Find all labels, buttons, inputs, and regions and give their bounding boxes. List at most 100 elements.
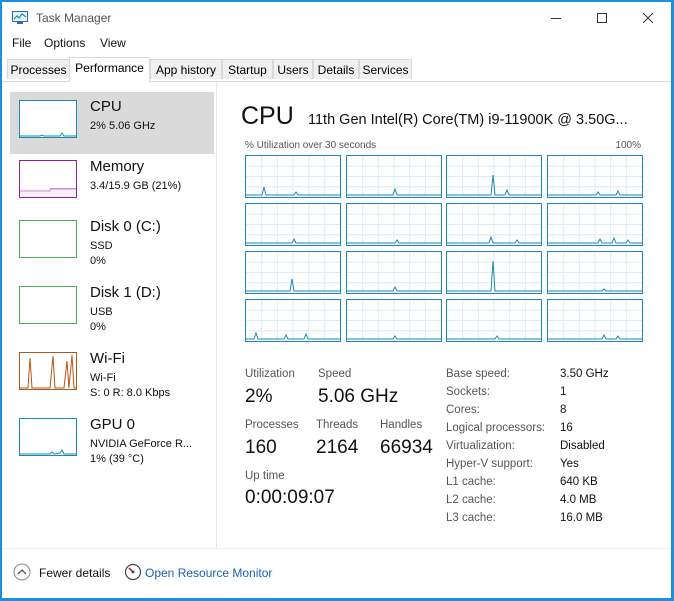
minimize-button[interactable]	[533, 2, 579, 34]
hyper-v-value: Yes	[560, 458, 579, 470]
tab-startup[interactable]: Startup	[222, 59, 273, 79]
close-icon	[643, 13, 653, 23]
window-title: Task Manager	[36, 11, 112, 25]
task-manager-window: Task Manager File Options View Processes…	[2, 2, 671, 598]
footer-bar: Fewer details Open Resource Monitor	[2, 548, 671, 598]
handles-label: Handles	[380, 419, 423, 431]
tab-performance[interactable]: Performance	[69, 57, 150, 82]
menu-file[interactable]: File	[12, 36, 31, 50]
threads-value: 2164	[316, 437, 359, 458]
tab-strip: Processes Performance App history Startu…	[2, 57, 671, 82]
disk-0-thumbnail-graph	[19, 220, 77, 258]
title-bar[interactable]: Task Manager	[2, 2, 671, 34]
sidebar-item-cpu[interactable]: CPU 2% 5.06 GHz	[10, 92, 214, 154]
sidebar-item-detail: Wi-Fi	[90, 372, 116, 384]
speed-value: 5.06 GHz	[318, 386, 399, 407]
logical-processors-value: 16	[560, 422, 573, 434]
wifi-thumbnail-graph	[19, 352, 77, 390]
cpu-detail-panel: CPU 11th Gen Intel(R) Core(TM) i9-11900K…	[217, 82, 671, 548]
sidebar-item-label: Disk 0 (C:)	[90, 218, 161, 235]
uptime-value: 0:00:09:07	[245, 487, 335, 508]
cores-label: Cores:	[446, 404, 480, 416]
gpu-0-thumbnail-graph	[19, 418, 77, 456]
sidebar-item-gpu-0[interactable]: GPU 0 NVIDIA GeForce R... 1% (39 °C)	[10, 410, 214, 472]
handles-value: 66934	[380, 437, 433, 458]
logical-processor-graph	[546, 299, 643, 342]
l1-cache-value: 640 KB	[560, 476, 598, 488]
logical-processor-graphs	[245, 155, 643, 342]
logical-processor-graph	[446, 299, 542, 342]
logical-processor-graph	[446, 155, 542, 198]
graph-max-label: 100%	[615, 140, 641, 151]
virtualization-value: Disabled	[560, 440, 605, 452]
logical-processor-graph	[446, 203, 542, 246]
uptime-label: Up time	[245, 470, 285, 482]
memory-thumbnail-graph	[19, 160, 77, 198]
disk-1-thumbnail-graph	[19, 286, 77, 324]
maximize-icon	[597, 13, 607, 23]
logical-processor-graph	[546, 251, 643, 294]
processes-value: 160	[245, 437, 277, 458]
processes-label: Processes	[245, 419, 299, 431]
sidebar-item-label: Disk 1 (D:)	[90, 284, 161, 301]
cores-value: 8	[560, 404, 567, 416]
l3-cache-label: L3 cache:	[446, 512, 496, 524]
logical-processor-graph	[245, 299, 341, 342]
l2-cache-value: 4.0 MB	[560, 494, 597, 506]
tab-processes[interactable]: Processes	[7, 59, 70, 79]
sidebar-item-detail: NVIDIA GeForce R...	[90, 438, 193, 450]
sidebar-item-detail: 0%	[90, 255, 106, 267]
logical-processor-graph	[245, 155, 341, 198]
sidebar-item-wifi[interactable]: Wi-Fi Wi-Fi S: 0 R: 8.0 Kbps	[10, 344, 214, 406]
speed-label: Speed	[318, 368, 352, 380]
resource-monitor-icon[interactable]	[124, 563, 142, 581]
tab-app-history[interactable]: App history	[150, 59, 222, 79]
threads-label: Threads	[316, 419, 359, 431]
l1-cache-label: L1 cache:	[446, 476, 496, 488]
chevron-up-circle-icon[interactable]	[13, 563, 31, 581]
sidebar-item-disk-1[interactable]: Disk 1 (D:) USB 0%	[10, 278, 214, 340]
sockets-value: 1	[560, 386, 567, 398]
l3-cache-value: 16.0 MB	[560, 512, 603, 524]
fewer-details-button[interactable]: Fewer details	[39, 566, 110, 580]
graph-caption: % Utilization over 30 seconds	[245, 140, 377, 151]
base-speed-value: 3.50 GHz	[560, 368, 609, 380]
page-title: CPU	[241, 102, 294, 130]
sidebar-item-detail: S: 0 R: 8.0 Kbps	[90, 387, 171, 399]
task-manager-icon	[12, 11, 28, 24]
sidebar-item-label: CPU	[90, 98, 122, 115]
close-button[interactable]	[625, 2, 671, 34]
open-resource-monitor-link[interactable]: Open Resource Monitor	[145, 566, 272, 580]
menu-options[interactable]: Options	[44, 36, 85, 50]
logical-processor-graph	[245, 203, 341, 246]
sidebar-item-detail: 0%	[90, 321, 106, 333]
logical-processor-graph	[546, 203, 643, 246]
logical-processor-graph	[345, 203, 442, 246]
sidebar-item-label: GPU 0	[90, 416, 136, 433]
sidebar-item-detail: 2% 5.06 GHz	[90, 120, 156, 132]
base-speed-label: Base speed:	[446, 368, 510, 380]
sidebar-item-detail: SSD	[90, 240, 113, 252]
tab-services[interactable]: Services	[359, 59, 412, 79]
resource-list: CPU 2% 5.06 GHz Memory 3.4/15.9 GB (21%)…	[2, 82, 217, 548]
sidebar-item-detail: 1% (39 °C)	[90, 453, 144, 465]
utilization-label: Utilization	[245, 368, 295, 380]
sidebar-item-memory[interactable]: Memory 3.4/15.9 GB (21%)	[10, 152, 214, 214]
l2-cache-label: L2 cache:	[446, 494, 496, 506]
sidebar-item-disk-0[interactable]: Disk 0 (C:) SSD 0%	[10, 212, 214, 274]
maximize-button[interactable]	[579, 2, 625, 34]
minimize-icon	[551, 18, 561, 19]
tab-details[interactable]: Details	[313, 59, 359, 79]
sidebar-item-detail: 3.4/15.9 GB (21%)	[90, 180, 182, 192]
sidebar-item-detail: USB	[90, 306, 113, 318]
cpu-thumbnail-graph	[19, 100, 77, 138]
sidebar-item-label: Memory	[90, 158, 145, 175]
processor-name: 11th Gen Intel(R) Core(TM) i9-11900K @ 3…	[308, 112, 628, 128]
tab-users[interactable]: Users	[273, 59, 313, 79]
logical-processor-graph	[546, 155, 643, 198]
logical-processors-label: Logical processors:	[446, 422, 546, 434]
virtualization-label: Virtualization:	[446, 440, 515, 452]
logical-processor-graph	[345, 155, 442, 198]
logical-processor-graph	[245, 251, 341, 294]
menu-view[interactable]: View	[100, 36, 126, 50]
